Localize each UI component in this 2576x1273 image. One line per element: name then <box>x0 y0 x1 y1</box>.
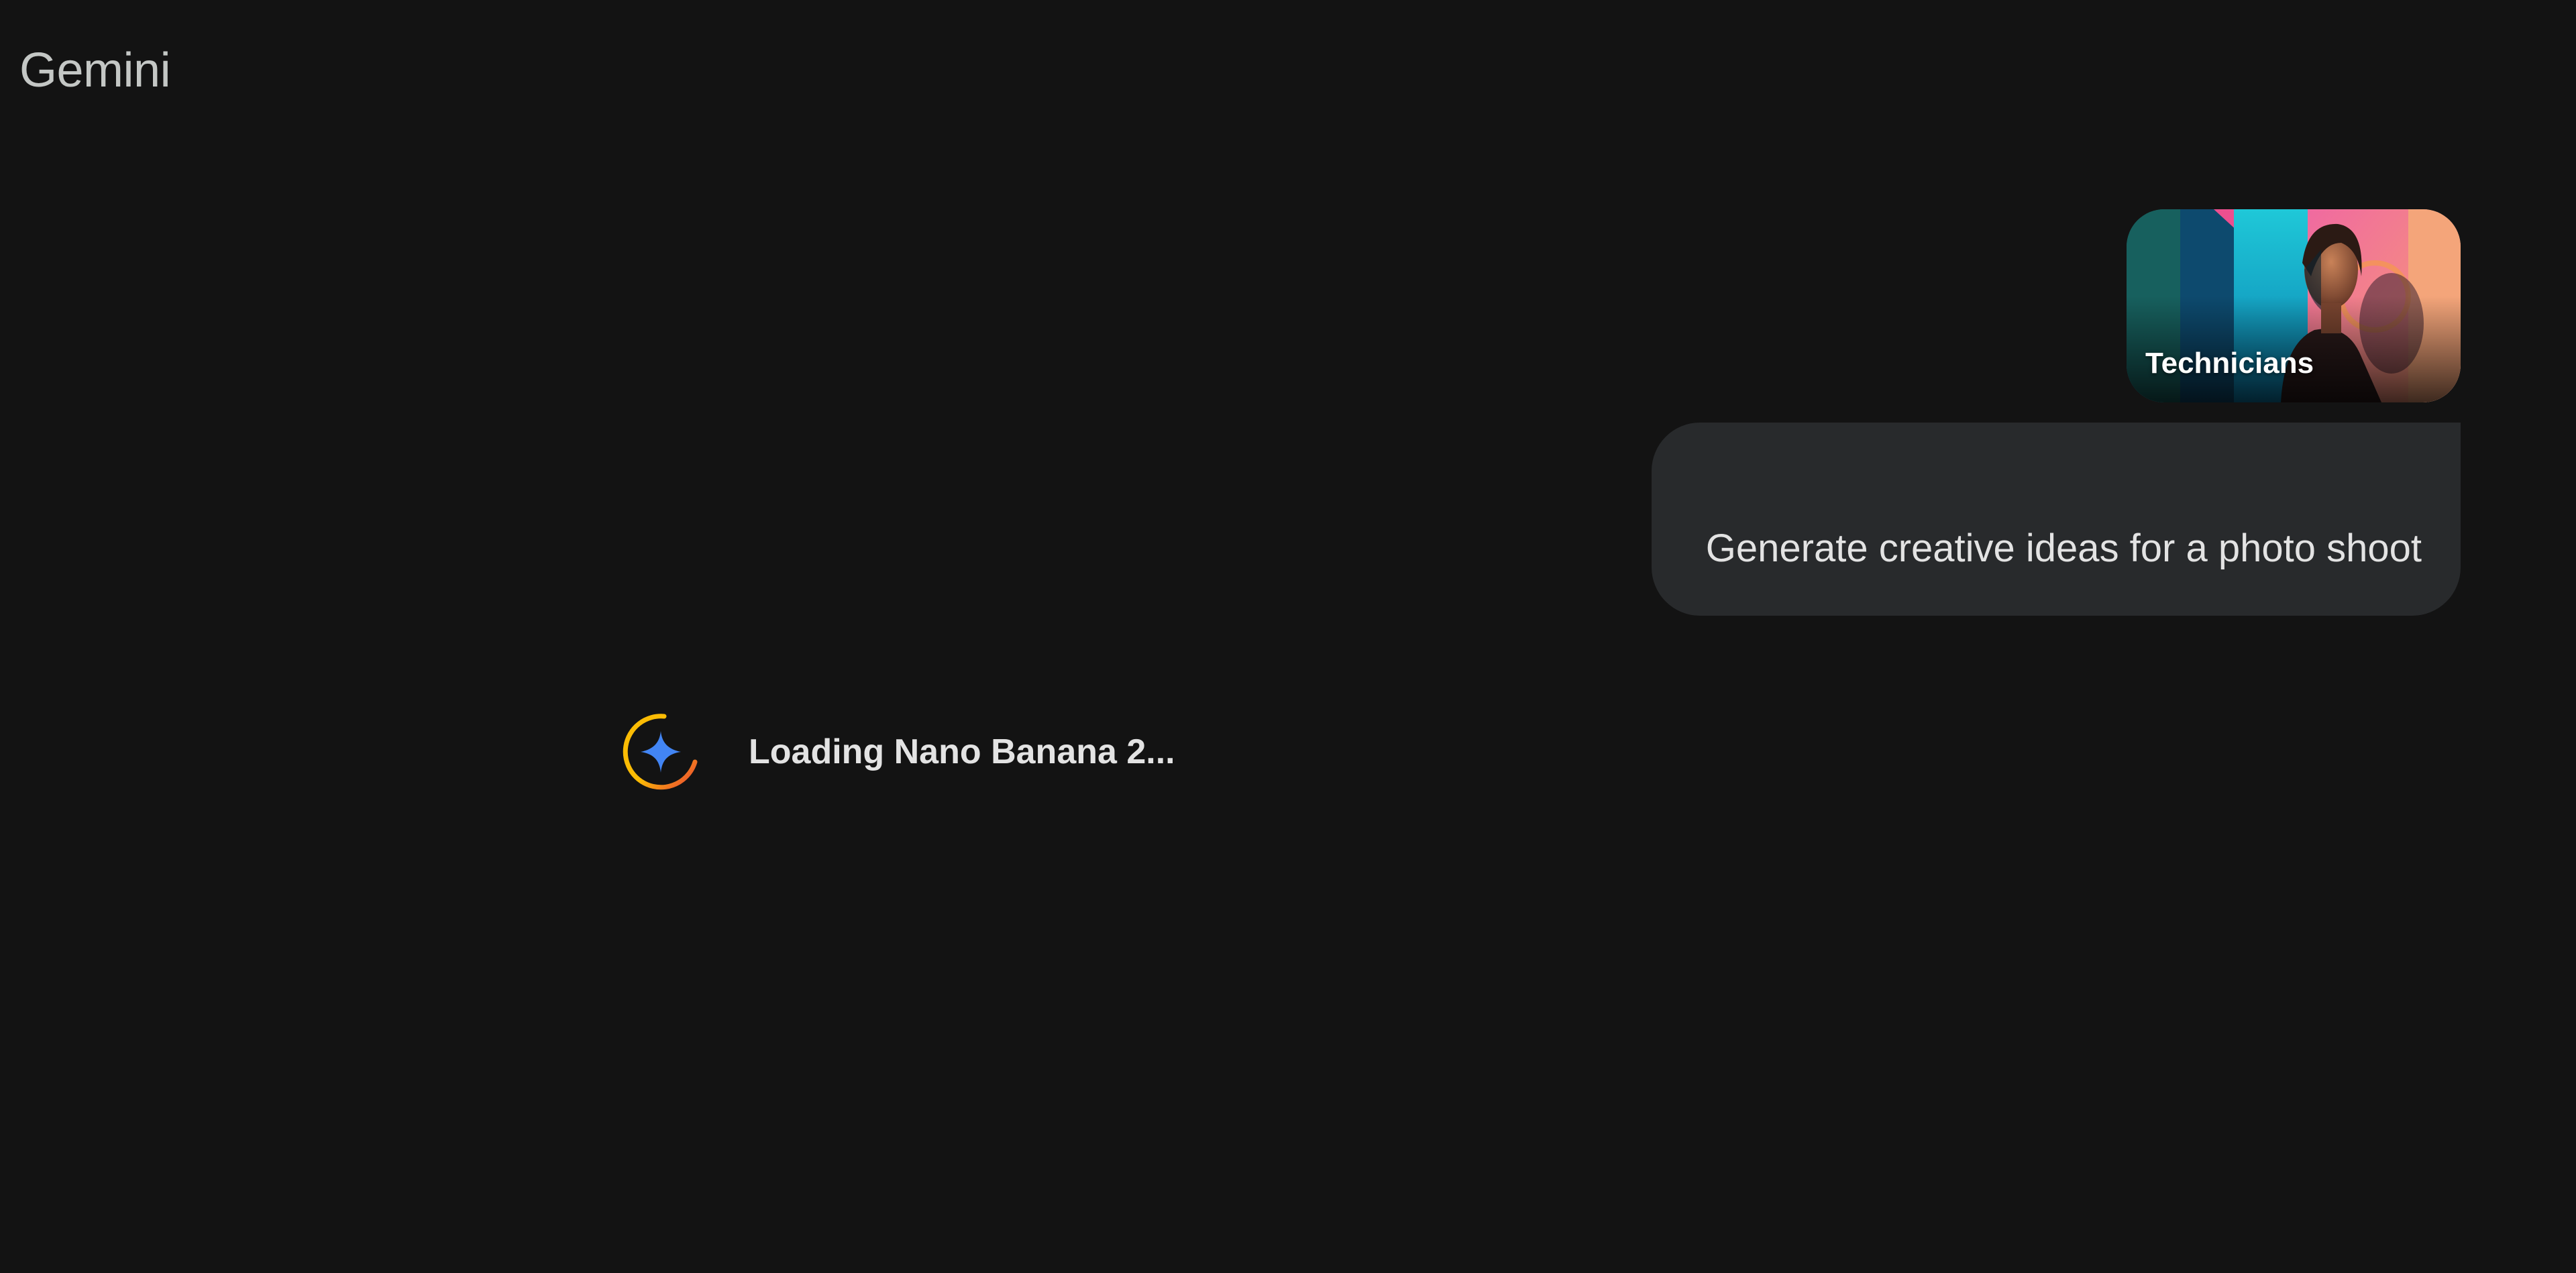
chat-area: Technicians Generate creative ideas for … <box>0 0 2576 1273</box>
loading-status-text: Loading Nano Banana 2... <box>749 732 1175 771</box>
attachment-label: Technicians <box>2145 347 2314 380</box>
gemini-page: Gemini Technicians Generate creative ide… <box>0 0 2576 1273</box>
user-message-bubble: Generate creative ideas for a photo shoo… <box>1652 423 2461 616</box>
attachment-card[interactable]: Technicians <box>2127 209 2461 402</box>
user-message-text: Generate creative ideas for a photo shoo… <box>1705 527 2422 570</box>
gemini-sparkle-spinner-icon <box>621 712 700 791</box>
response-loading-row: Loading Nano Banana 2... <box>621 712 1175 791</box>
